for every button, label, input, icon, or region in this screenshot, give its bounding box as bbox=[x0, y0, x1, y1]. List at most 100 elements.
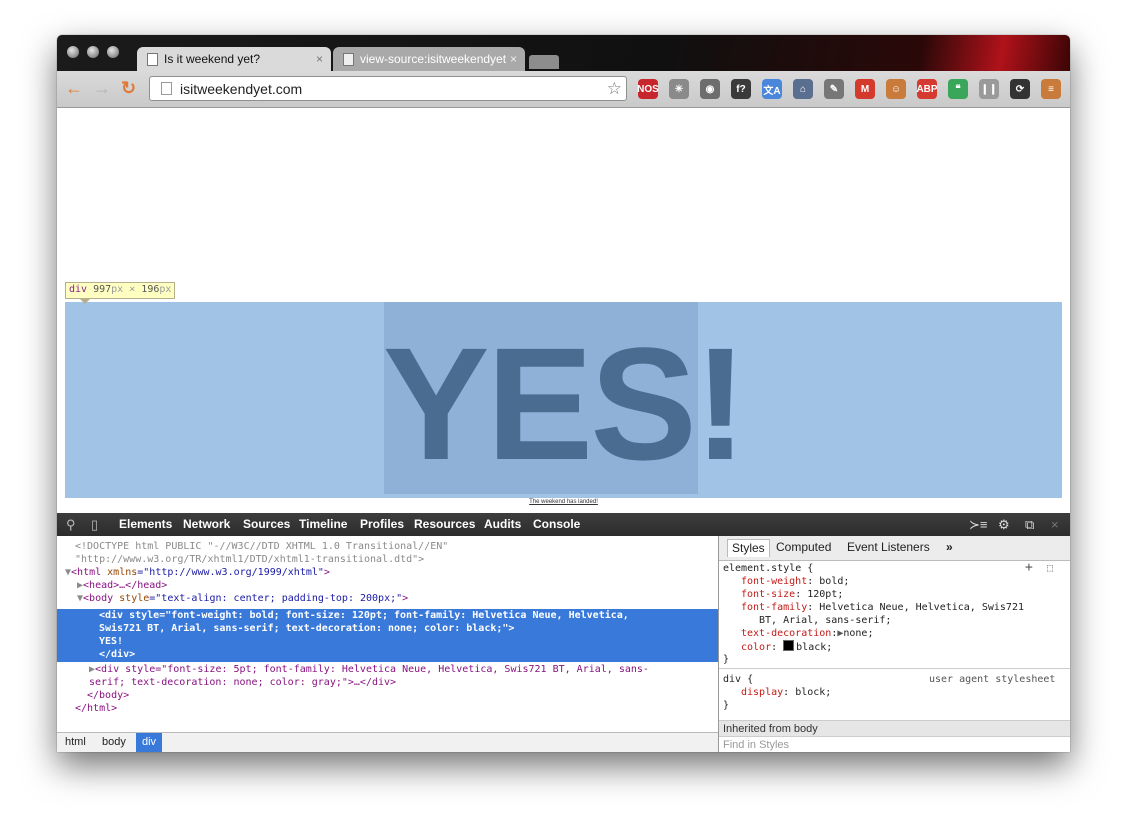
eye-icon[interactable]: ◉ bbox=[700, 79, 720, 99]
browser-toolbar: ← → ↻ isitweekendyet.com ☆ NOS ✳ ◉ f? 文A ⌂ ✎ M ☺… bbox=[57, 71, 1070, 108]
doctype-line[interactable]: <!DOCTYPE html PUBLIC "-//W3C//DTD XHTML… bbox=[75, 540, 448, 553]
sync-icon[interactable]: ⟳ bbox=[1010, 79, 1030, 99]
ua-rule: display: block; bbox=[741, 687, 832, 698]
html-end-tag: </html> bbox=[75, 703, 118, 714]
style-rule[interactable]: text-decoration:▶none; bbox=[741, 627, 873, 640]
crumb-html[interactable]: html bbox=[59, 733, 92, 752]
find-in-styles-input[interactable]: Find in Styles bbox=[719, 736, 1070, 752]
styles-pane: Styles Computed Event Listeners » elemen… bbox=[718, 536, 1070, 752]
close-brace: } bbox=[723, 654, 730, 665]
tab-profiles[interactable]: Profiles bbox=[360, 517, 404, 531]
tab-sources[interactable]: Sources bbox=[243, 517, 290, 531]
tab-console[interactable]: Console bbox=[533, 517, 580, 531]
color-swatch[interactable] bbox=[783, 640, 795, 651]
tab-audits[interactable]: Audits bbox=[484, 517, 521, 531]
nos-icon[interactable]: NOS bbox=[637, 79, 659, 99]
div2-node[interactable]: ▶<div style="font-size: 5pt; font-family… bbox=[89, 663, 649, 676]
style-rule[interactable]: font-weight: bold; bbox=[741, 575, 849, 588]
tooltip-height: 196 bbox=[141, 284, 160, 295]
styles-tabs: Styles Computed Event Listeners » bbox=[719, 536, 1070, 561]
ua-selector: div { bbox=[723, 674, 754, 685]
drawer-icon[interactable]: ≻≡ bbox=[969, 517, 987, 533]
page-icon bbox=[161, 82, 172, 95]
new-tab-button[interactable] bbox=[529, 55, 559, 69]
gear-icon[interactable]: ⚙ bbox=[998, 517, 1010, 533]
head-node[interactable]: ▶<head>…</head> bbox=[77, 579, 167, 592]
tab-elements[interactable]: Elements bbox=[119, 517, 172, 531]
pen-icon[interactable]: ✎ bbox=[824, 79, 844, 99]
face-icon[interactable]: ☺ bbox=[886, 79, 906, 99]
browser-window: Is it weekend yet? × view-source:isitwee… bbox=[57, 35, 1070, 752]
dock-icon[interactable]: ⧉ bbox=[1025, 517, 1034, 533]
style-rule[interactable]: font-family: Helvetica Neue, Helvetica, … bbox=[741, 601, 1024, 614]
tab-view-source[interactable]: view-source:isitweekendyet.c × bbox=[333, 47, 525, 71]
adblock-icon[interactable]: ABP bbox=[916, 79, 938, 99]
body-node[interactable]: ▼<body style="text-align: center; paddin… bbox=[77, 592, 408, 605]
close-icon[interactable]: × bbox=[1051, 517, 1059, 532]
url-text[interactable]: isitweekendyet.com bbox=[180, 81, 607, 97]
more-tabs-icon[interactable]: » bbox=[946, 541, 953, 554]
tab-title: Is it weekend yet? bbox=[164, 52, 261, 66]
page-icon bbox=[343, 52, 354, 66]
tab-computed[interactable]: Computed bbox=[776, 541, 831, 554]
close-tab-icon[interactable]: × bbox=[316, 52, 323, 66]
tab-resources[interactable]: Resources bbox=[414, 517, 475, 531]
style-rule[interactable]: color: black; bbox=[741, 640, 832, 654]
div2-node-cont: serif; text-decoration: none; color: gra… bbox=[89, 677, 397, 688]
div-line: Swis721 BT, Arial, sans-serif; text-deco… bbox=[99, 623, 515, 634]
page-icon bbox=[147, 52, 158, 66]
forward-button[interactable]: → bbox=[93, 78, 111, 98]
translate-icon[interactable]: 文A bbox=[762, 79, 782, 99]
tab-timeline[interactable]: Timeline bbox=[299, 517, 347, 531]
close-tab-icon[interactable]: × bbox=[510, 52, 517, 66]
close-window-button[interactable] bbox=[67, 46, 79, 58]
tab-styles[interactable]: Styles bbox=[727, 539, 770, 557]
devtools-panel-bar: ⚲ ▯ Elements Network Sources Timeline Pr… bbox=[57, 513, 1070, 536]
address-bar[interactable]: isitweekendyet.com ☆ bbox=[149, 76, 627, 101]
back-button[interactable]: ← bbox=[65, 78, 83, 98]
tooltip-unit: px bbox=[159, 284, 172, 295]
weekend-link[interactable]: The weekend has landed! bbox=[57, 499, 1070, 505]
reload-button[interactable]: ↻ bbox=[121, 78, 136, 98]
element-style-selector: element.style { bbox=[723, 563, 814, 574]
toggle-state-icon[interactable]: ⬚ bbox=[1047, 562, 1053, 575]
zoom-window-button[interactable] bbox=[107, 46, 119, 58]
tab-is-it-weekend[interactable]: Is it weekend yet? × bbox=[137, 47, 331, 71]
div-line: <div style="font-weight: bold; font-size… bbox=[99, 610, 629, 621]
device-icon[interactable]: ▯ bbox=[91, 517, 98, 533]
inspect-tooltip: div 997px × 196px bbox=[65, 282, 176, 304]
crumb-div[interactable]: div bbox=[136, 733, 163, 752]
tooltip-tag: div bbox=[69, 284, 88, 295]
elements-tree: <!DOCTYPE html PUBLIC "-//W3C//DTD XHTML… bbox=[57, 536, 718, 732]
bookmark-star-icon[interactable]: ☆ bbox=[607, 79, 622, 99]
spinner-icon[interactable]: ✳ bbox=[669, 79, 689, 99]
tooltip-times: × bbox=[129, 284, 136, 295]
style-rule-cont: BT, Arial, sans-serif; bbox=[759, 615, 892, 626]
add-rule-icon[interactable]: + bbox=[1025, 561, 1033, 574]
search-icon[interactable]: ⚲ bbox=[66, 517, 76, 533]
menu-icon[interactable]: ≡ bbox=[1041, 79, 1061, 99]
div-end-tag: </div> bbox=[99, 649, 136, 660]
style-rule[interactable]: font-size: 120pt; bbox=[741, 588, 843, 601]
breadcrumb: html body div bbox=[57, 732, 718, 752]
tab-title: view-source:isitweekendyet.c bbox=[360, 52, 506, 66]
house-mail-icon[interactable]: ⌂ bbox=[793, 79, 813, 99]
title-bar: Is it weekend yet? × view-source:isitwee… bbox=[57, 35, 1070, 71]
html-node[interactable]: ▼<html xmlns="http://www.w3.org/1999/xht… bbox=[65, 566, 330, 579]
div-text: YES! bbox=[99, 636, 124, 647]
tab-network[interactable]: Network bbox=[183, 517, 230, 531]
crumb-body[interactable]: body bbox=[96, 733, 132, 752]
yes-headline: YES! bbox=[382, 314, 747, 493]
hangouts-icon[interactable]: ❝ bbox=[948, 79, 968, 99]
tooltip-unit: px bbox=[111, 284, 124, 295]
doctype-line[interactable]: "http://www.w3.org/TR/xhtml1/DTD/xhtml1-… bbox=[75, 553, 424, 566]
minimize-window-button[interactable] bbox=[87, 46, 99, 58]
book-icon[interactable]: ❙❙ bbox=[979, 79, 999, 99]
tab-event-listeners[interactable]: Event Listeners bbox=[847, 541, 930, 554]
gmail-icon[interactable]: M bbox=[855, 79, 875, 99]
inherited-header: Inherited from body bbox=[719, 720, 1070, 736]
body-end-tag: </body> bbox=[87, 690, 130, 701]
selected-div-node[interactable]: <div style="font-weight: bold; font-size… bbox=[57, 609, 718, 662]
function-icon[interactable]: f? bbox=[731, 79, 751, 99]
ua-label: user agent stylesheet bbox=[929, 674, 1056, 685]
